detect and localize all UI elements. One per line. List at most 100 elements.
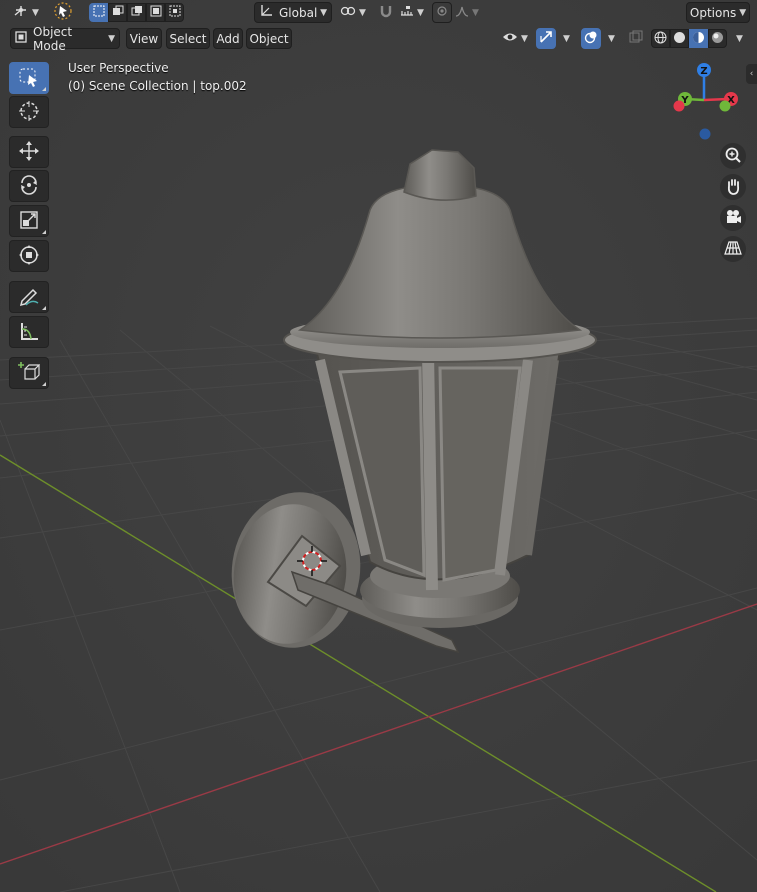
pivot-point-dropdown[interactable]: ▼ [336,2,370,23]
cursor-crosshair-icon [18,100,40,125]
zoom-button[interactable] [720,143,746,169]
gizmo-neg-x-handle[interactable] [673,100,685,112]
xray-icon [629,30,643,47]
xray-toggle[interactable] [626,28,646,49]
header-top: ▼ Global ▼ ▼ ▼ ▼ Options ▼ [0,0,757,26]
menu-view-label: View [129,31,159,46]
select-invert-button[interactable] [146,3,165,22]
gizmo-dropdown[interactable]: ▼ [556,28,574,49]
transform-icon [18,244,40,269]
tool-options-corner [42,230,46,234]
snap-toggle[interactable] [374,2,398,23]
sidebar-toggle[interactable]: ‹ [746,64,757,84]
shading-mode-group [651,29,727,48]
chevron-down-icon: ▼ [32,7,39,18]
gizmo-neg-y-handle[interactable] [719,100,731,112]
menu-view[interactable]: View [126,28,162,49]
rotate-icon [18,174,40,199]
menu-object[interactable]: Object [246,28,292,49]
tool-add-cube[interactable] [9,357,49,389]
mode-dropdown[interactable]: Object Mode ▼ [10,25,120,53]
select-extend-button[interactable] [108,3,127,22]
menu-add[interactable]: Add [213,28,243,49]
orientation-icon [259,4,273,21]
solid-sphere-icon [673,31,686,47]
options-label: Options [689,5,737,20]
chevron-down-icon: ▼ [739,7,747,18]
pan-button[interactable] [720,174,746,200]
tool-rotate[interactable] [9,170,49,202]
overlays-toggle[interactable] [581,28,601,49]
pencil-icon [18,285,40,310]
tool-select-box[interactable] [9,62,49,94]
gizmo-toggle[interactable] [536,28,556,49]
tool-measure[interactable] [9,316,49,348]
chevron-down-icon: ▼ [359,7,366,18]
proportional-editing-toggle[interactable] [432,2,452,23]
chevron-down-icon: ▼ [417,7,424,18]
snap-increment-icon [400,4,414,21]
chevron-left-icon: ‹ [749,69,754,79]
gizmo-arrow-icon [539,30,553,47]
chevron-down-icon: ▼ [608,33,615,44]
tool-options-corner [42,87,46,91]
cursor-arrow-icon [54,2,72,23]
object-mode-icon [15,31,27,46]
falloff-curve-icon [455,5,469,20]
orientation-label: Global [279,5,318,20]
select-new-button[interactable] [89,3,108,22]
shading-material-button[interactable] [689,29,708,48]
wireframe-sphere-icon [654,31,667,47]
falloff-dropdown[interactable]: ▼ [452,2,482,23]
transform-orientation-dropdown[interactable]: Global ▼ [254,2,332,23]
select-subtract-button[interactable] [127,3,146,22]
scene-canvas[interactable] [0,0,757,892]
shading-rendered-button[interactable] [708,29,727,48]
tool-options-corner [42,306,46,310]
add-cube-icon [18,361,41,386]
snap-target-dropdown[interactable]: ▼ [396,2,428,23]
camera-icon [724,208,742,229]
material-sphere-icon [692,31,705,47]
navigation-gizmo[interactable]: Z X Y [668,60,748,144]
hand-icon [724,177,742,198]
gizmo-z-label: Z [700,66,707,77]
tool-options-corner [42,382,46,386]
chevron-down-icon: ▼ [563,33,570,44]
perspective-toggle-button[interactable] [720,236,746,262]
proportional-icon [436,5,448,20]
select-new-icon [93,5,105,20]
shading-wireframe-button[interactable] [651,29,670,48]
ruler-icon [18,320,40,345]
tool-cursor[interactable] [9,96,49,128]
select-intersect-button[interactable] [165,3,184,22]
camera-view-button[interactable] [720,205,746,231]
chevron-down-icon: ▼ [736,33,743,44]
gizmo-neg-z-handle[interactable] [699,128,711,140]
eye-icon [502,31,518,46]
menu-select[interactable]: Select [166,28,210,49]
visibility-dropdown[interactable]: ▼ [498,28,532,49]
select-extend-icon [112,5,124,20]
shading-dropdown[interactable]: ▼ [729,28,747,49]
options-dropdown[interactable]: Options ▼ [686,2,750,23]
tool-annotate[interactable] [9,281,49,313]
tool-transform[interactable] [9,240,49,272]
menu-add-label: Add [216,31,240,46]
editor-type-button[interactable]: ▼ [8,2,44,23]
overlays-dropdown[interactable]: ▼ [601,28,619,49]
menu-object-label: Object [249,31,289,46]
select-intersect-icon [169,5,181,20]
shading-solid-button[interactable] [670,29,689,48]
active-collection-label: (0) Scene Collection | top.002 [68,79,247,93]
view-perspective-label: User Perspective [68,61,169,75]
editor-type-icon [13,4,29,21]
tool-scale[interactable] [9,205,49,237]
select-invert-icon [150,5,162,20]
select-tool-button[interactable] [50,2,76,23]
3d-viewport[interactable]: ▼ Global ▼ ▼ ▼ ▼ Options ▼ Object Mode ▼… [0,0,757,892]
scale-icon [18,209,40,234]
tool-move[interactable] [9,136,49,168]
move-arrows-icon [18,140,40,165]
menu-select-label: Select [169,31,207,46]
